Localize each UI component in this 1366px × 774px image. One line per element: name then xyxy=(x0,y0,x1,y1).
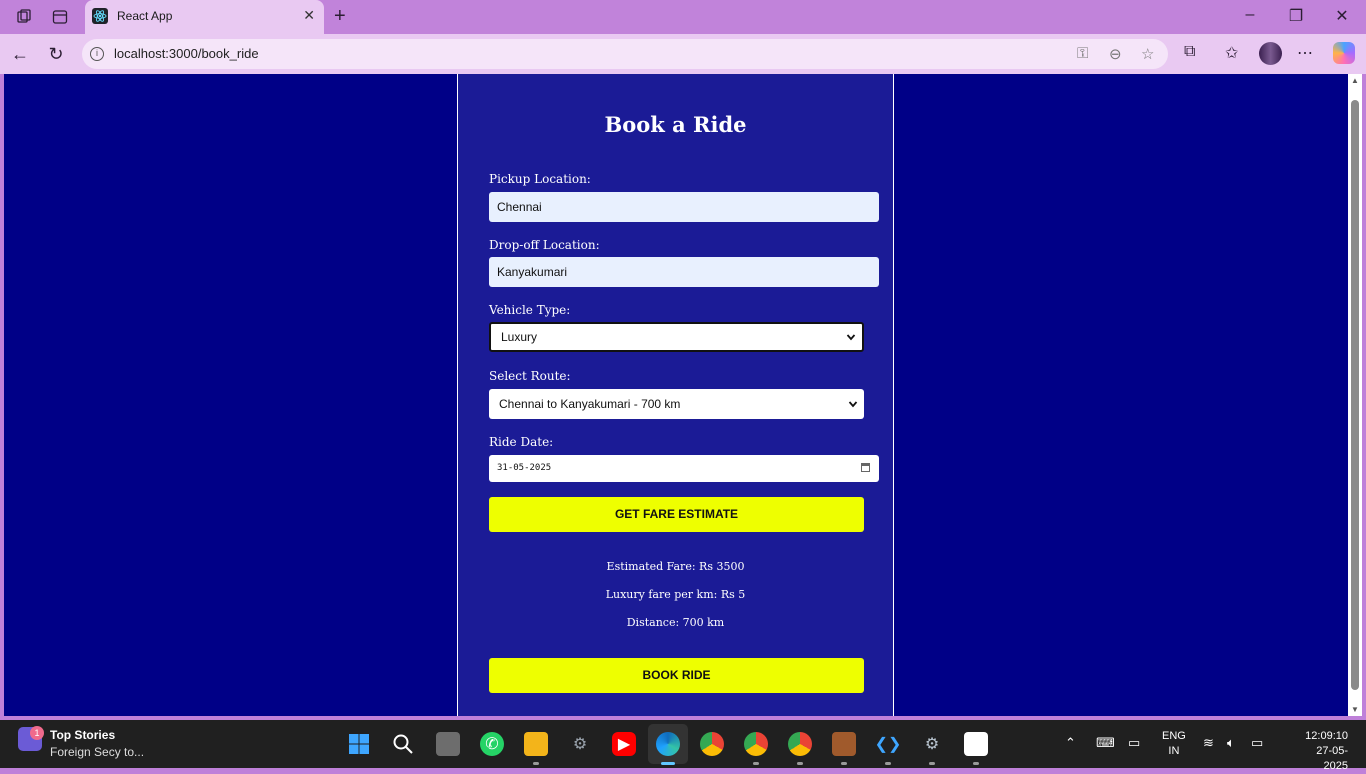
vehicle-type-value: Luxury xyxy=(501,330,538,344)
running-indicator xyxy=(753,762,759,765)
vehicle-type-label: Vehicle Type: xyxy=(489,303,571,317)
address-bar[interactable]: i localhost:3000/book_ride ⚿ ⊖ ☆ xyxy=(82,39,1168,69)
language-indicator[interactable]: ENG IN xyxy=(1162,729,1186,759)
dropoff-input[interactable]: Kanyakumari xyxy=(489,257,879,287)
running-indicator xyxy=(973,762,979,765)
booking-card: Book a Ride Pickup Location: Chennai Dro… xyxy=(457,74,894,716)
running-indicator xyxy=(797,762,803,765)
react-favicon-icon xyxy=(92,8,108,24)
tray-overflow-icon[interactable]: ⌃ xyxy=(1065,735,1076,751)
clock-time: 12:09:10 xyxy=(1305,730,1348,742)
ride-date-label: Ride Date: xyxy=(489,435,554,449)
page-scrollbar[interactable]: ▲ ▼ xyxy=(1348,74,1362,716)
touchpad-icon[interactable]: ▭ xyxy=(1128,735,1140,751)
scrollbar-thumb[interactable] xyxy=(1351,100,1359,690)
url-text[interactable]: localhost:3000/book_ride xyxy=(114,46,259,61)
language-code: ENG xyxy=(1162,730,1186,742)
keyboard-icon[interactable]: ⌨ xyxy=(1096,735,1115,751)
snipping-tool-icon[interactable] xyxy=(964,732,988,756)
fare-per-km-text: Luxury fare per km: Rs 5 xyxy=(605,588,746,601)
task-view-icon[interactable] xyxy=(436,732,460,756)
running-indicator xyxy=(661,762,675,765)
extensions-icon[interactable]: ⧉ xyxy=(1184,43,1195,61)
page-title: Book a Ride xyxy=(604,112,747,137)
windows-taskbar: 1 Top Stories Foreign Secy to... ✆ ⚙ ▶ ❮… xyxy=(0,720,1366,772)
restore-icon[interactable]: ❐ xyxy=(1281,6,1311,26)
tab-actions-icon[interactable] xyxy=(51,8,69,26)
chrome-profile-2-icon[interactable] xyxy=(788,732,812,756)
key-icon[interactable]: ⚿ xyxy=(1077,45,1088,62)
ride-date-input[interactable]: 31-05-2025 xyxy=(489,455,879,482)
battery-icon[interactable]: ▭ xyxy=(1251,735,1263,751)
close-tab-icon[interactable]: ✕ xyxy=(303,7,315,24)
refresh-icon[interactable]: ↻ xyxy=(45,43,67,65)
volume-icon[interactable]: 🔈︎ xyxy=(1227,735,1235,751)
book-ride-button[interactable]: BOOK RIDE xyxy=(489,658,864,693)
news-subtitle[interactable]: Foreign Secy to... xyxy=(50,745,144,759)
vehicle-type-select[interactable]: Luxury xyxy=(489,322,864,352)
running-indicator xyxy=(885,762,891,765)
edge-icon[interactable] xyxy=(656,732,680,756)
settings-icon[interactable]: ⚙ xyxy=(568,732,592,756)
close-window-icon[interactable]: ✕ xyxy=(1327,6,1357,26)
favorites-icon[interactable]: ✩ xyxy=(1225,43,1238,63)
language-region: IN xyxy=(1168,745,1180,757)
browser-tab-strip: React App ✕ + – ❐ ✕ xyxy=(0,0,1366,34)
dropdown-chevron-icon xyxy=(846,324,856,360)
route-select[interactable]: Chennai to Kanyakumari - 700 km xyxy=(489,389,864,419)
search-icon[interactable] xyxy=(391,732,415,756)
scroll-down-icon[interactable]: ▼ xyxy=(1351,705,1359,714)
chrome-profile-icon[interactable] xyxy=(744,732,768,756)
pickup-input[interactable]: Chennai xyxy=(489,192,879,222)
youtube-icon[interactable]: ▶ xyxy=(612,732,636,756)
scroll-up-icon[interactable]: ▲ xyxy=(1351,76,1359,85)
zoom-icon[interactable]: ⊖ xyxy=(1109,45,1122,63)
window-frame-right xyxy=(1362,74,1366,716)
calendar-icon[interactable] xyxy=(861,463,870,472)
vscode-icon[interactable]: ❮❯ xyxy=(875,732,902,756)
get-fare-estimate-button[interactable]: GET FARE ESTIMATE xyxy=(489,497,864,532)
profile-avatar[interactable] xyxy=(1259,42,1282,65)
settings-2-icon[interactable]: ⚙ xyxy=(920,732,944,756)
system-clock[interactable]: 12:09:10 27-05-2025 xyxy=(1298,729,1348,774)
minimize-icon[interactable]: – xyxy=(1235,6,1265,24)
page-viewport: Book a Ride Pickup Location: Chennai Dro… xyxy=(4,74,1348,716)
clock-date: 27-05-2025 xyxy=(1316,745,1348,772)
more-icon[interactable]: ⋯ xyxy=(1297,43,1313,63)
new-tab-icon[interactable]: + xyxy=(334,5,346,28)
running-indicator xyxy=(841,762,847,765)
favorite-star-icon[interactable]: ☆ xyxy=(1141,45,1154,63)
route-value: Chennai to Kanyakumari - 700 km xyxy=(499,397,681,411)
tab-react-app[interactable]: React App ✕ xyxy=(85,0,324,34)
start-icon[interactable] xyxy=(347,732,371,756)
copilot-icon[interactable] xyxy=(1333,42,1355,64)
running-indicator xyxy=(533,762,539,765)
running-indicator xyxy=(929,762,935,765)
whatsapp-icon[interactable]: ✆ xyxy=(480,732,504,756)
dropoff-label: Drop-off Location: xyxy=(489,238,600,252)
file-explorer-icon[interactable] xyxy=(524,732,548,756)
distance-text: Distance: 700 km xyxy=(626,616,725,629)
news-badge: 1 xyxy=(30,726,44,740)
estimated-fare-text: Estimated Fare: Rs 3500 xyxy=(606,560,745,573)
tab-title: React App xyxy=(117,9,173,23)
dropdown-chevron-icon xyxy=(848,389,858,431)
route-label: Select Route: xyxy=(489,369,571,383)
pickup-label: Pickup Location: xyxy=(489,172,591,186)
news-title[interactable]: Top Stories xyxy=(50,728,115,742)
back-icon[interactable]: ← xyxy=(9,43,31,65)
chrome-icon[interactable] xyxy=(700,732,724,756)
site-info-icon[interactable]: i xyxy=(90,47,104,61)
workspaces-icon[interactable] xyxy=(15,8,33,26)
browser-nav-bar: ← ↻ i localhost:3000/book_ride ⚿ ⊖ ☆ ⧉ ✩… xyxy=(0,34,1366,74)
ride-date-value: 31-05-2025 xyxy=(497,463,552,473)
wifi-icon[interactable]: ≋ xyxy=(1203,735,1214,751)
game-app-icon[interactable] xyxy=(832,732,856,756)
